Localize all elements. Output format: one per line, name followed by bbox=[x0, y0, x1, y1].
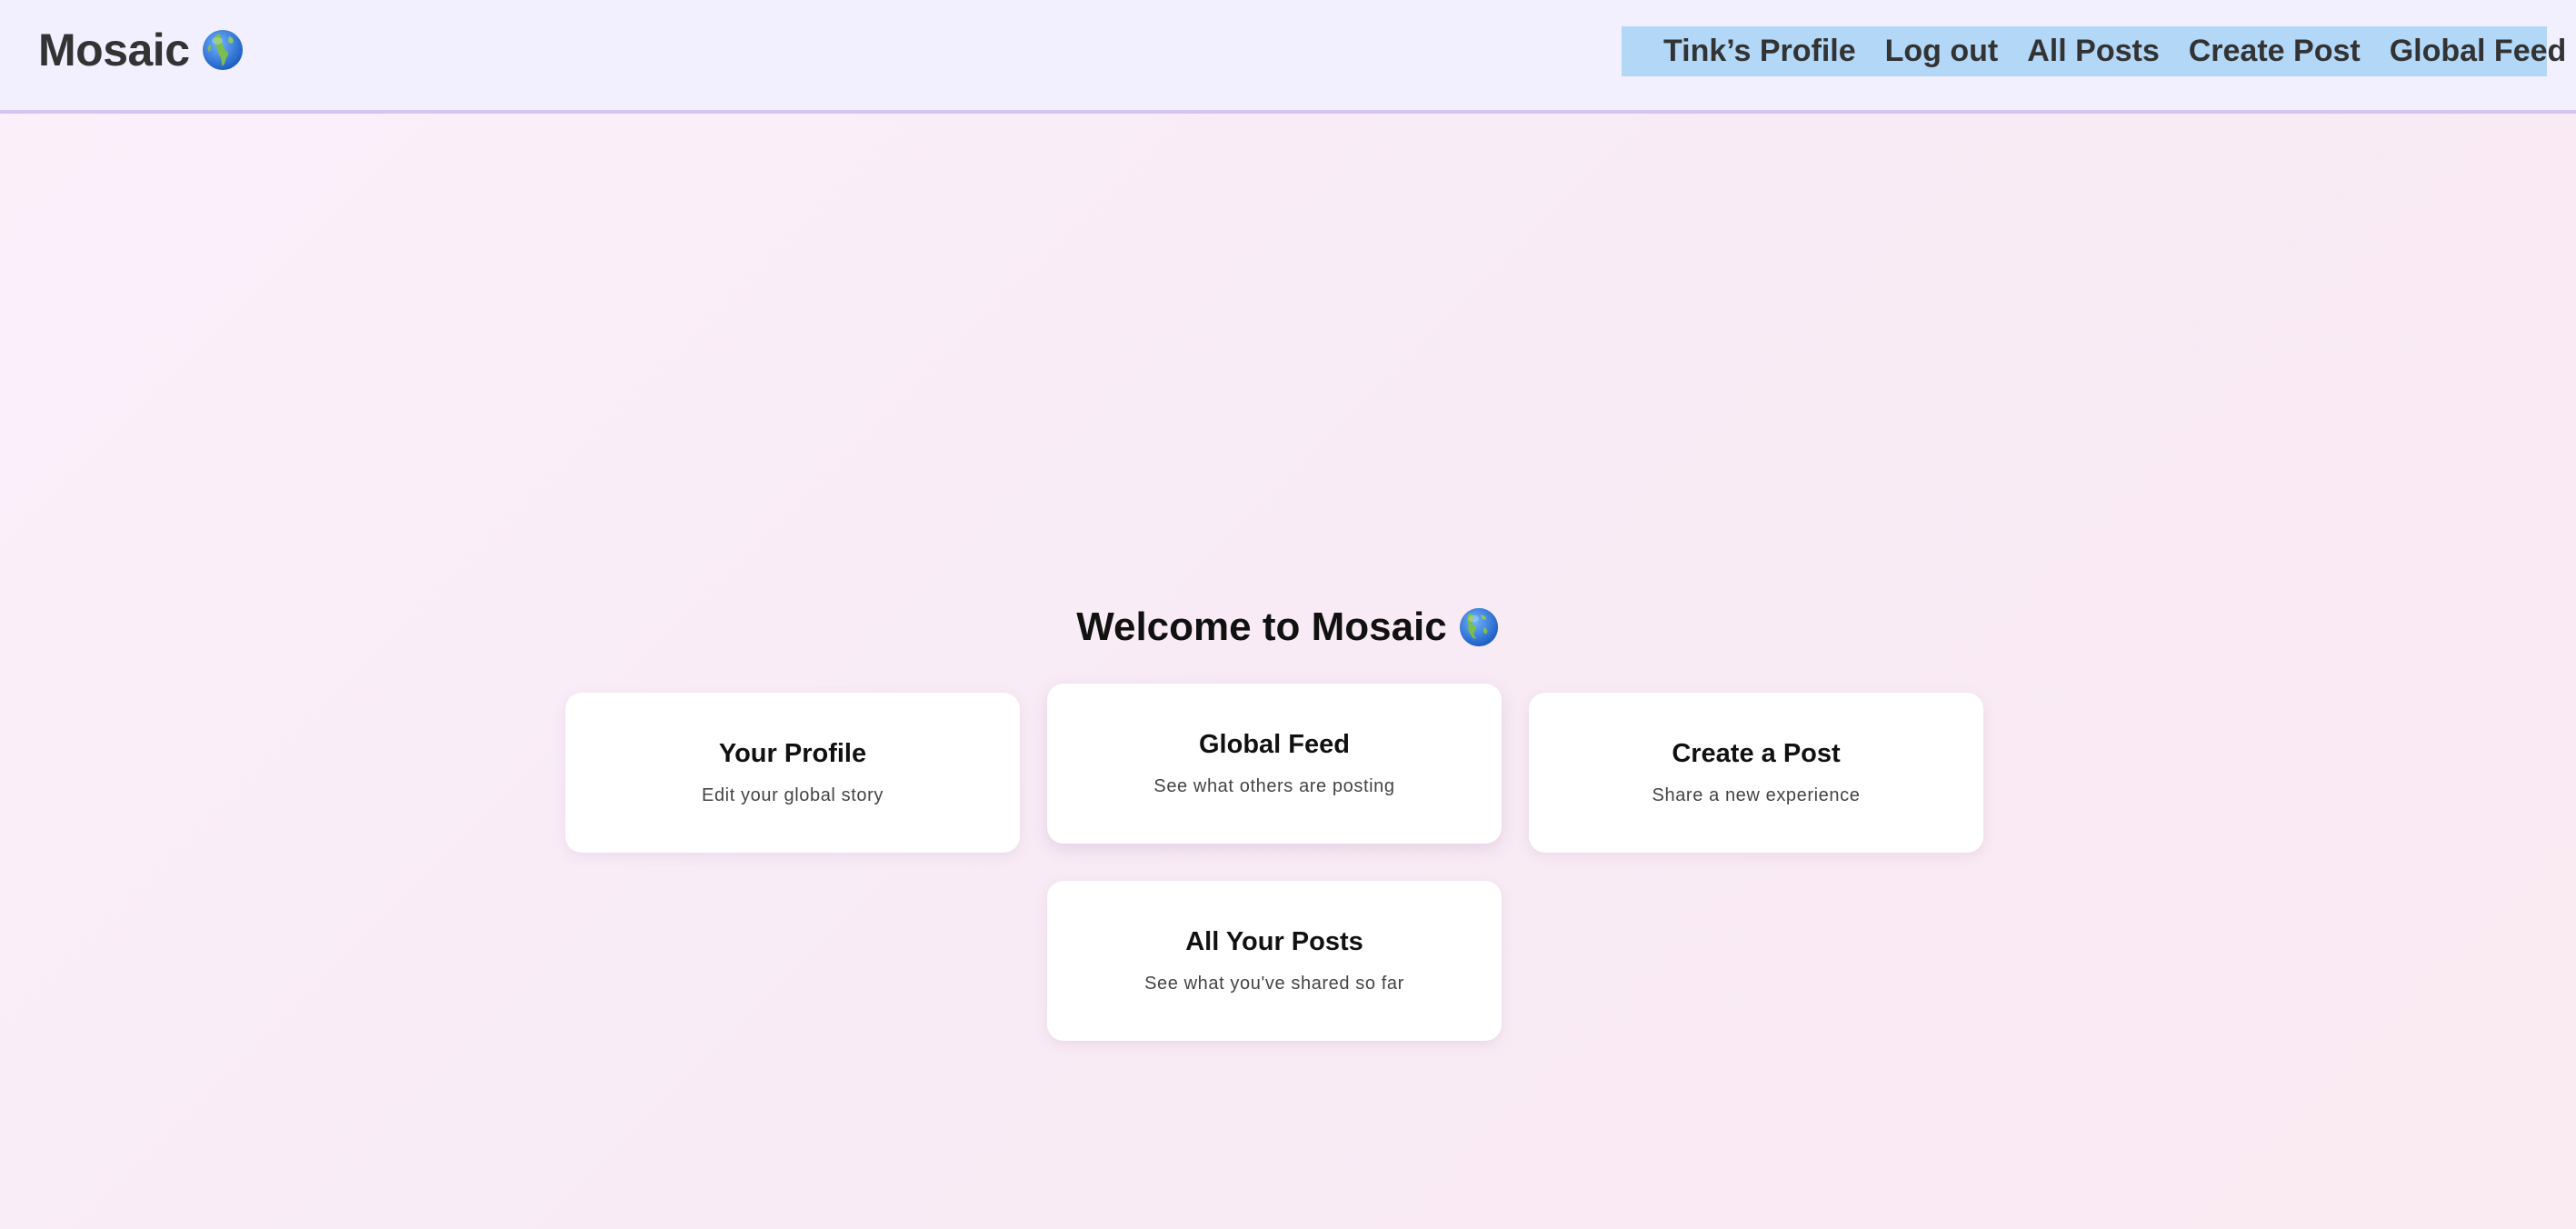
top-bar: Mosaic Tink’s Profile Log out All Posts … bbox=[0, 0, 2576, 114]
card-title: Global Feed bbox=[1199, 730, 1350, 759]
global-feed-card[interactable]: Global Feed See what others are posting bbox=[1047, 684, 1502, 844]
all-your-posts-card[interactable]: All Your Posts See what you've shared so… bbox=[1047, 881, 1502, 1041]
card-title: Your Profile bbox=[718, 739, 867, 768]
nav-profile-link[interactable]: Tink’s Profile bbox=[1663, 34, 1856, 69]
nav-all-posts-link[interactable]: All Posts bbox=[2027, 34, 2159, 69]
nav-create-post-link[interactable]: Create Post bbox=[2189, 34, 2361, 69]
globe-icon bbox=[1458, 606, 1500, 648]
main-nav: Tink’s Profile Log out All Posts Create … bbox=[1622, 26, 2566, 76]
create-post-card[interactable]: Create a Post Share a new experience bbox=[1529, 693, 1983, 853]
your-profile-card[interactable]: Your Profile Edit your global story bbox=[565, 693, 1020, 853]
card-description: See what others are posting bbox=[1153, 776, 1395, 796]
nav-logout-link[interactable]: Log out bbox=[1885, 34, 1999, 69]
card-description: Edit your global story bbox=[702, 785, 884, 805]
brand-logo[interactable]: Mosaic bbox=[38, 24, 245, 76]
card-title: All Your Posts bbox=[1185, 927, 1363, 956]
page-title: Welcome to Mosaic bbox=[0, 605, 2576, 650]
brand-name: Mosaic bbox=[38, 25, 190, 75]
card-description: Share a new experience bbox=[1652, 785, 1861, 805]
globe-icon bbox=[201, 28, 245, 72]
nav-global-feed-link[interactable]: Global Feed bbox=[2390, 34, 2567, 69]
page-title-text: Welcome to Mosaic bbox=[1076, 605, 1447, 649]
card-description: See what you've shared so far bbox=[1144, 974, 1404, 994]
card-title: Create a Post bbox=[1672, 739, 1841, 768]
